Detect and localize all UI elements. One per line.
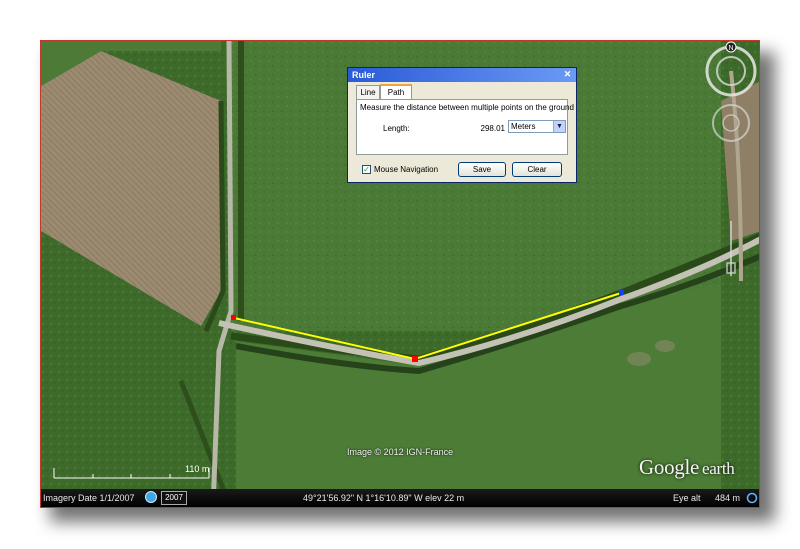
ruler-description: Measure the distance between multiple po… [360, 103, 574, 112]
tab-path[interactable]: Path [380, 84, 412, 99]
path-point-start[interactable] [231, 315, 236, 320]
eye-alt-label: Eye alt [673, 493, 701, 503]
logo-sub-text: earth [702, 459, 735, 478]
field-mark-1 [627, 352, 651, 366]
imagery-copyright: Image © 2012 IGN-France [347, 447, 454, 457]
scale-label: 110 m [185, 464, 210, 474]
ruler-dialog[interactable]: Ruler ✕ Line Path Measure the distance b… [347, 67, 577, 183]
mouse-navigation-checkbox[interactable]: ✓ [362, 165, 371, 174]
field-mark-2 [655, 340, 675, 352]
eye-alt-value: 484 m [715, 493, 741, 503]
path-point-end[interactable] [619, 290, 624, 295]
length-value: 298.01 [480, 124, 505, 133]
chevron-down-icon[interactable]: ▼ [553, 121, 565, 132]
tab-line[interactable]: Line [356, 85, 380, 99]
zoom-slider[interactable] [726, 221, 736, 276]
navigation-controls[interactable]: N [701, 41, 760, 291]
clear-button[interactable]: Clear [512, 162, 562, 177]
historical-imagery-clock-icon[interactable] [145, 491, 157, 503]
map-viewport[interactable]: N 110 m Image © 2012 IGN-France Google ea… [40, 40, 760, 508]
streaming-status-icon [746, 492, 758, 504]
cursor-coordinates: 49°21'56.92" N 1°16'10.89" W elev 22 m [303, 493, 465, 503]
close-icon[interactable]: ✕ [562, 69, 573, 80]
save-button[interactable]: Save [458, 162, 506, 177]
path-point-middle[interactable] [412, 356, 418, 362]
north-label: N [728, 45, 733, 52]
ruler-path-panel: Measure the distance between multiple po… [356, 99, 574, 155]
unit-select-value: Meters [511, 122, 536, 131]
compass-ring[interactable] [705, 45, 757, 97]
status-bar: Imagery Date 1/1/2007 2007 49°21'56.92" … [41, 489, 759, 507]
imagery-date: Imagery Date 1/1/2007 [43, 493, 135, 503]
unit-select[interactable]: Meters ▼ [508, 120, 566, 133]
length-label: Length: [383, 124, 410, 133]
mouse-navigation-label: Mouse Navigation [374, 165, 439, 174]
timeline-year[interactable]: 2007 [161, 491, 187, 505]
logo-main-text: Google [639, 455, 700, 479]
look-joystick-icon[interactable] [712, 104, 750, 142]
ruler-title-bar[interactable]: Ruler ✕ [348, 68, 576, 82]
google-earth-logo: Google earth [639, 455, 735, 480]
ruler-title: Ruler [352, 70, 376, 80]
